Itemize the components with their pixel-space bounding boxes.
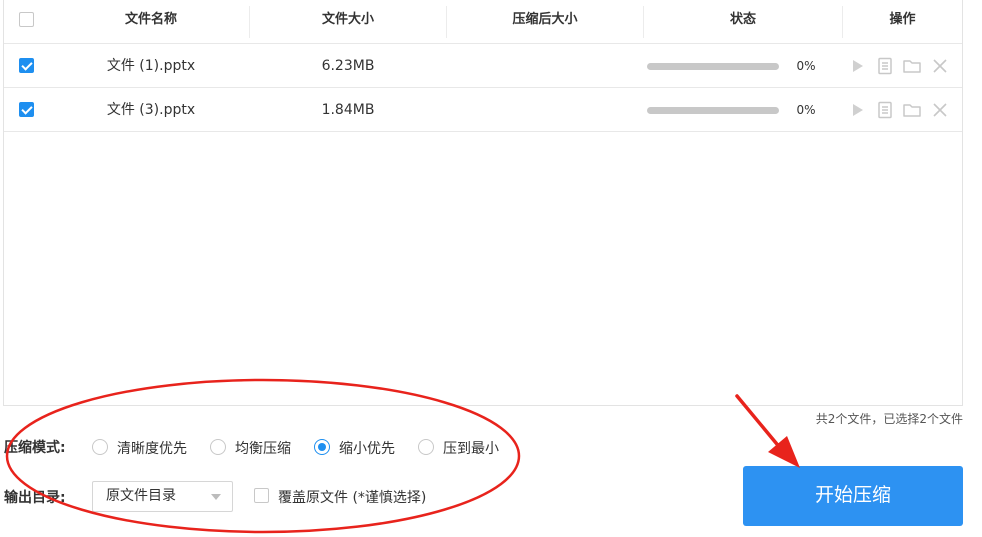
compression-mode-label: 压缩模式: bbox=[4, 440, 66, 456]
file-name: 文件 (1).pptx bbox=[106, 58, 196, 74]
close-icon[interactable] bbox=[930, 56, 950, 76]
output-dir-value: 原文件目录 bbox=[106, 488, 176, 504]
overwrite-label[interactable]: 覆盖原文件 (*谨慎选择) bbox=[278, 487, 426, 507]
column-header-size: 文件大小 bbox=[321, 12, 374, 27]
folder-icon[interactable] bbox=[902, 100, 922, 120]
mode-option-label[interactable]: 压到最小 bbox=[443, 438, 499, 458]
play-icon[interactable] bbox=[847, 100, 867, 120]
compressed-size bbox=[447, 44, 643, 88]
output-dir-label: 输出目录: bbox=[4, 490, 66, 506]
mode-radio[interactable] bbox=[314, 439, 330, 455]
mode-radio[interactable] bbox=[418, 439, 434, 455]
mode-radio[interactable] bbox=[210, 439, 226, 455]
column-header-actions: 操作 bbox=[889, 12, 916, 27]
mode-option-label[interactable]: 缩小优先 bbox=[339, 438, 395, 458]
play-icon[interactable] bbox=[847, 56, 867, 76]
close-icon[interactable] bbox=[930, 100, 950, 120]
overwrite-checkbox[interactable] bbox=[254, 488, 269, 503]
file-name: 文件 (3).pptx bbox=[106, 102, 196, 118]
progress-bar bbox=[647, 107, 779, 114]
annotation-arrow bbox=[735, 394, 800, 468]
start-compress-button[interactable]: 开始压缩 bbox=[743, 466, 963, 526]
column-header-status: 状态 bbox=[729, 12, 756, 27]
column-header-name: 文件名称 bbox=[124, 12, 177, 27]
table-row: 文件 (3).pptx 1.84MB 0% bbox=[4, 88, 962, 132]
mode-radio[interactable] bbox=[92, 439, 108, 455]
folder-icon[interactable] bbox=[902, 56, 922, 76]
table-header: 文件名称 文件大小 压缩后大小 状态 操作 bbox=[4, 0, 962, 44]
compressed-size bbox=[447, 88, 643, 132]
table-row: 文件 (1).pptx 6.23MB 0% bbox=[4, 44, 962, 88]
row-checkbox[interactable] bbox=[19, 102, 34, 117]
progress-bar bbox=[647, 63, 779, 70]
document-icon[interactable] bbox=[875, 56, 895, 76]
output-dir-select[interactable]: 原文件目录 bbox=[92, 481, 233, 512]
progress-percent: 0% bbox=[796, 59, 816, 73]
file-size: 6.23MB bbox=[321, 58, 375, 74]
document-icon[interactable] bbox=[875, 100, 895, 120]
mode-option-label[interactable]: 均衡压缩 bbox=[235, 438, 291, 458]
chevron-down-icon bbox=[211, 494, 221, 500]
mode-option-label[interactable]: 清晰度优先 bbox=[117, 438, 187, 458]
column-header-compressed-size: 压缩后大小 bbox=[512, 12, 578, 27]
file-size: 1.84MB bbox=[321, 102, 375, 118]
file-count-summary: 共2个文件，已选择2个文件 bbox=[815, 412, 963, 426]
select-all-checkbox[interactable] bbox=[19, 12, 34, 27]
row-checkbox[interactable] bbox=[19, 58, 34, 73]
file-table: 文件名称 文件大小 压缩后大小 状态 操作 文件 (1).pptx 6.23MB 0… bbox=[3, 0, 963, 406]
progress-percent: 0% bbox=[796, 103, 816, 117]
